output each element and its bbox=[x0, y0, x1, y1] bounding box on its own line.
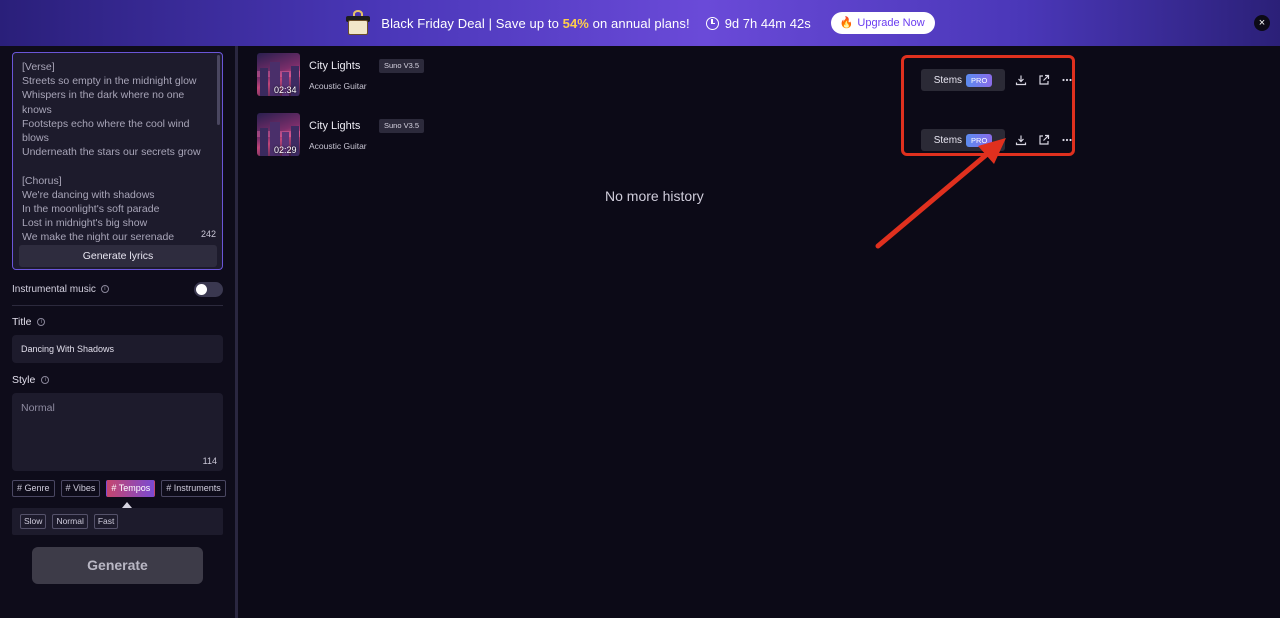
lyrics-char-count: 242 bbox=[200, 229, 216, 239]
song-thumbnail[interactable]: 02:34 bbox=[257, 53, 300, 96]
song-duration: 02:29 bbox=[274, 145, 297, 155]
deal-prefix: Black Friday Deal | Save up to bbox=[381, 15, 563, 31]
info-icon[interactable]: i bbox=[37, 318, 46, 326]
tag-instruments[interactable]: # Instruments bbox=[161, 480, 226, 497]
tempo-normal[interactable]: Normal bbox=[52, 514, 88, 529]
lyrics-line: blows bbox=[22, 132, 49, 145]
close-icon[interactable]: × bbox=[1254, 15, 1270, 31]
countdown-timer: 9d 7h 44m 42s bbox=[705, 15, 811, 31]
song-history: 02:34 City Lights Suno V3.5 Acoustic Gui… bbox=[241, 46, 1280, 618]
lyrics-line: [Chorus] bbox=[22, 174, 62, 187]
promo-content: Black Friday Deal | Save up to 54% on an… bbox=[345, 10, 935, 36]
model-version-badge: Suno V3.5 bbox=[379, 59, 425, 73]
promo-banner: Black Friday Deal | Save up to 54% on an… bbox=[0, 0, 1280, 46]
lyrics-line: [Verse] bbox=[22, 61, 55, 73]
upgrade-label: Upgrade Now bbox=[857, 17, 925, 29]
title-label: Title i bbox=[12, 316, 46, 328]
lyrics-content: [Verse] Streets so empty in the midnight … bbox=[22, 60, 212, 245]
song-duration: 02:34 bbox=[274, 85, 297, 95]
song-style: Acoustic Guitar bbox=[309, 141, 367, 151]
gift-icon bbox=[345, 10, 371, 36]
lyrics-textarea[interactable]: [Verse] Streets so empty in the midnight … bbox=[12, 52, 223, 270]
deal-text: Black Friday Deal | Save up to 54% on an… bbox=[381, 16, 689, 31]
song-style: Acoustic Guitar bbox=[309, 81, 367, 91]
song-title[interactable]: City Lights bbox=[309, 120, 360, 132]
instrumental-label: Instrumental music i bbox=[12, 284, 109, 295]
lyrics-line: We make the night our serenade bbox=[22, 231, 175, 244]
toggle-knob bbox=[196, 283, 207, 295]
create-sidebar: [Verse] Streets so empty in the midnight … bbox=[0, 46, 238, 618]
tag-vibes[interactable]: # Vibes bbox=[60, 480, 101, 497]
lyrics-line: Streets so empty in the midnight glow bbox=[22, 75, 197, 88]
style-label-text: Style bbox=[12, 374, 36, 386]
generate-button[interactable]: Generate bbox=[32, 547, 203, 584]
flame-icon: 🔥 bbox=[839, 16, 854, 29]
style-placeholder: Normal bbox=[21, 402, 55, 414]
song-title[interactable]: City Lights bbox=[309, 60, 360, 72]
style-label: Style i bbox=[12, 374, 50, 386]
title-input[interactable]: Dancing With Shadows bbox=[12, 335, 223, 363]
model-version-badge: Suno V3.5 bbox=[379, 119, 425, 133]
lyrics-line: Lost in midnight's big show bbox=[22, 217, 148, 230]
tempo-fast[interactable]: Fast bbox=[93, 514, 119, 529]
upgrade-now-button[interactable]: 🔥 Upgrade Now bbox=[830, 12, 935, 34]
lyrics-line: Whispers in the dark where no one bbox=[22, 89, 185, 102]
deal-percent: 54% bbox=[562, 15, 589, 31]
deal-suffix: on annual plans! bbox=[588, 15, 690, 31]
song-thumbnail[interactable]: 02:29 bbox=[257, 113, 300, 156]
instrumental-text: Instrumental music bbox=[12, 283, 96, 295]
lyrics-line bbox=[22, 159, 212, 173]
clock-icon bbox=[705, 16, 719, 30]
lyrics-line: We're dancing with shadows bbox=[22, 188, 155, 201]
lyrics-line: In the moonlight's soft parade bbox=[22, 203, 160, 216]
instrumental-toggle[interactable] bbox=[194, 281, 223, 297]
info-icon[interactable]: i bbox=[41, 376, 50, 384]
countdown-value: 9d 7h 44m 42s bbox=[724, 15, 811, 31]
style-textarea[interactable]: Normal 114 bbox=[12, 393, 223, 471]
info-icon[interactable]: i bbox=[100, 285, 109, 293]
lyrics-scrollbar[interactable] bbox=[217, 55, 220, 125]
lyrics-line: Underneath the stars our secrets grow bbox=[22, 146, 201, 159]
tag-tempos[interactable]: # Tempos bbox=[106, 480, 156, 497]
no-more-history: No more history bbox=[605, 188, 704, 204]
tag-list: # Genre # Vibes # Tempos # Instruments bbox=[12, 480, 226, 497]
tempo-panel: Slow Normal Fast bbox=[12, 508, 223, 535]
lyrics-line: knows bbox=[22, 103, 52, 116]
tempo-options: Slow Normal Fast bbox=[20, 514, 119, 529]
lyrics-line: Footsteps echo where the cool wind bbox=[22, 117, 190, 130]
tempo-slow[interactable]: Slow bbox=[20, 514, 47, 529]
title-label-text: Title bbox=[12, 316, 32, 328]
generate-lyrics-button[interactable]: Generate lyrics bbox=[19, 245, 217, 267]
tag-genre[interactable]: # Genre bbox=[12, 480, 55, 497]
style-char-count: 114 bbox=[202, 456, 217, 466]
instrumental-row: Instrumental music i bbox=[12, 280, 223, 298]
divider bbox=[12, 305, 223, 306]
annotation-arrow-icon bbox=[875, 138, 1006, 249]
